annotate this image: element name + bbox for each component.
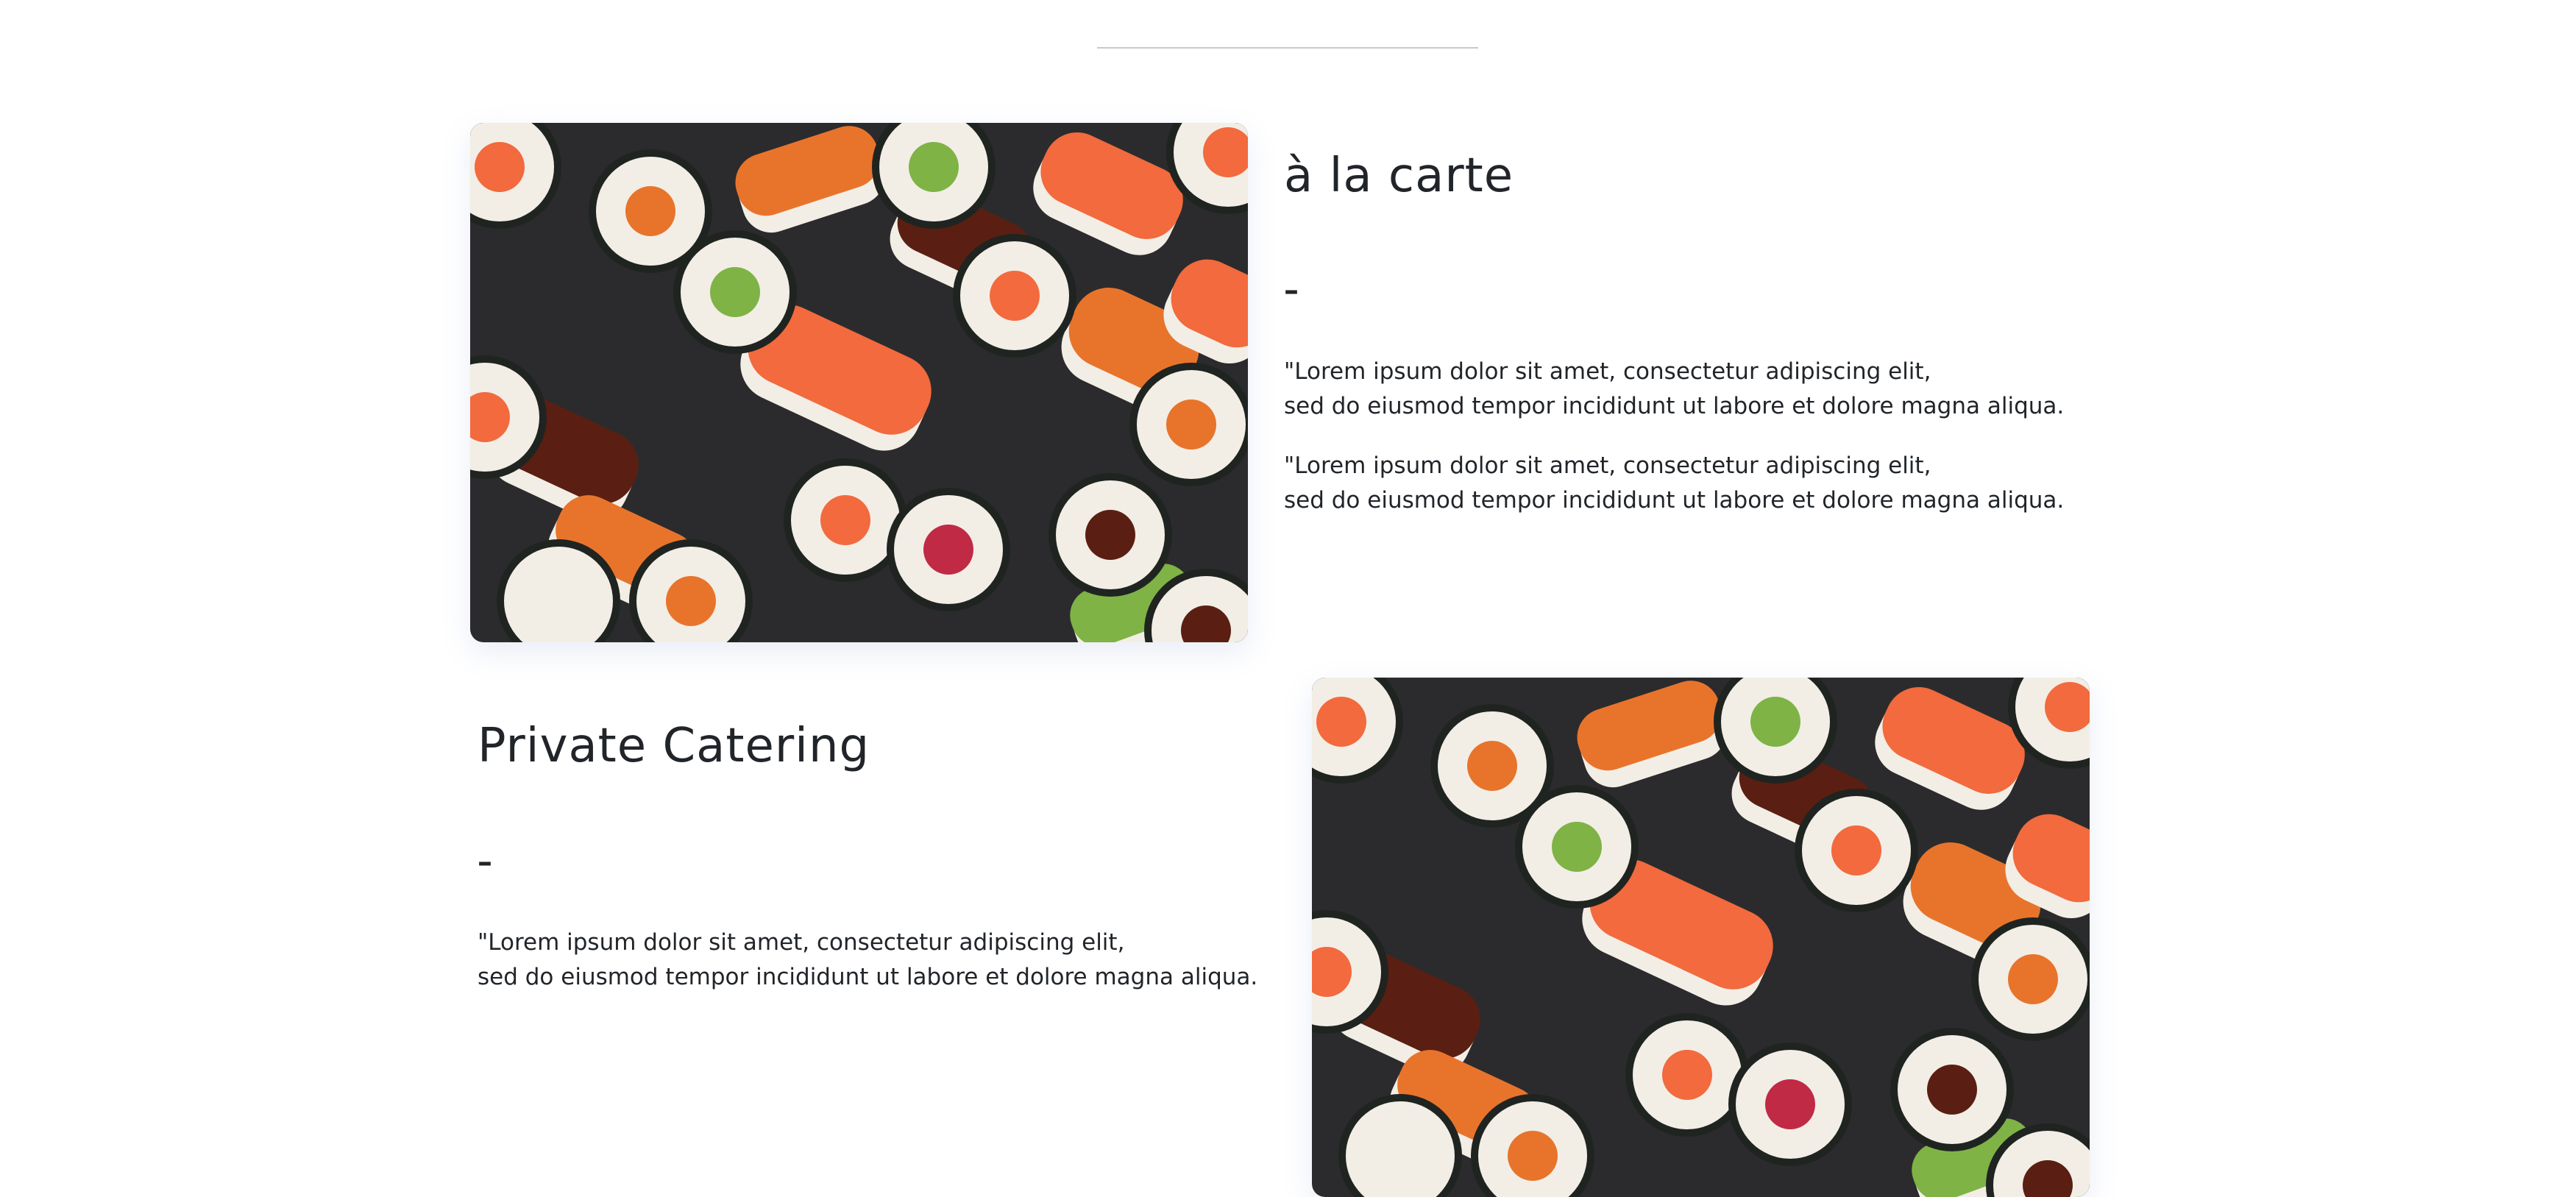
paragraph-line: sed do eiusmod tempor incididunt ut labo… [478,964,1258,990]
section-paragraph: "Lorem ipsum dolor sit amet, consectetur… [478,926,1257,995]
maki-roll [1515,785,1639,909]
maki-roll [673,230,797,354]
maki-roll [1795,789,1918,912]
maki-roll [953,234,1076,358]
section-paragraph: "Lorem ipsum dolor sit amet, consectetur… [1284,355,2064,424]
section-title-a-la-carte: à la carte [1284,149,1514,203]
maki-roll [1890,1028,2014,1151]
maki-roll [1049,473,1172,597]
maki-roll [1971,917,2090,1041]
paragraph-line: "Lorem ipsum dolor sit amet, consectetur… [1284,452,1931,479]
sushi-photo [470,123,1248,642]
section-title-private-catering: Private Catering [478,719,870,773]
title-dash: – [1284,274,1299,308]
top-divider [1097,47,1478,49]
maki-roll [1728,1043,1852,1166]
paragraph-line: "Lorem ipsum dolor sit amet, consectetur… [1284,358,1931,385]
paragraph-line: sed do eiusmod tempor incididunt ut labo… [1284,393,2065,419]
sushi-photo [1312,678,2090,1197]
title-dash: – [478,845,492,879]
section-paragraph: "Lorem ipsum dolor sit amet, consectetur… [1284,449,2064,518]
paragraph-line: "Lorem ipsum dolor sit amet, consectetur… [478,929,1125,956]
paragraph-line: sed do eiusmod tempor incididunt ut labo… [1284,487,2065,514]
maki-roll [887,488,1010,611]
maki-roll [1129,363,1248,486]
